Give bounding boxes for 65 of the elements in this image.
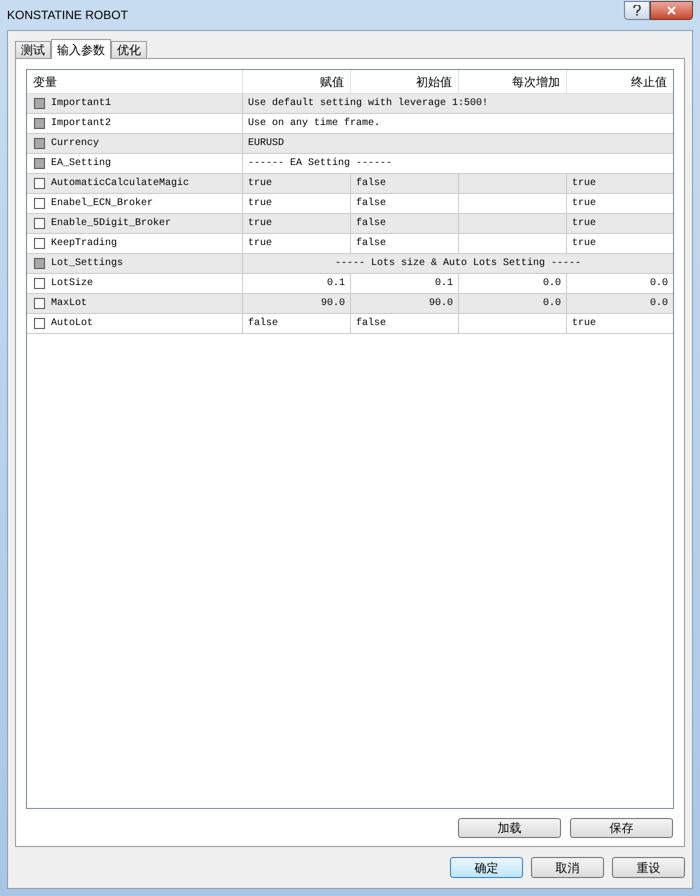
table-cell-text: 0.0	[650, 277, 668, 291]
panel-button[interactable]: 保存	[570, 818, 673, 838]
table-cell-text: 0.0	[542, 297, 561, 311]
table-cell-text: 0.0	[650, 297, 668, 311]
table-cell-text: false	[248, 316, 278, 331]
parameter-name: Enabel_ECN_Broker	[51, 196, 154, 211]
table-cell-text: 0.1	[434, 277, 453, 291]
checkbox[interactable]	[34, 218, 45, 229]
table-cell-text: false	[356, 196, 386, 211]
table-cell-text: Use on any time frame.	[248, 116, 380, 131]
table-cell-text: false	[356, 316, 386, 331]
parameter-name: KeepTrading	[51, 236, 118, 251]
parameter-name: Important1	[51, 97, 112, 111]
checkbox[interactable]	[34, 198, 45, 209]
parameter-name: MaxLot	[51, 297, 88, 311]
table-cell-text: true	[572, 317, 596, 331]
column-header: 变量	[33, 74, 57, 90]
column-header: 赋值	[320, 74, 344, 90]
table-cell-text: true	[572, 197, 596, 211]
parameter-name: LotSize	[51, 276, 94, 291]
table-cell-text: EURUSD	[248, 137, 284, 151]
close-button[interactable]	[650, 0, 693, 20]
checkbox[interactable]	[34, 318, 45, 329]
table-cell-text: true	[248, 237, 272, 251]
table-cell-text: ------ EA Setting ------	[248, 156, 392, 171]
table-cell-text: 0.0	[542, 277, 561, 291]
parameter-name: AutoLot	[51, 317, 94, 331]
table-cell-text: true	[248, 217, 272, 231]
help-button[interactable]	[624, 0, 650, 20]
dialog-button[interactable]: 确定	[450, 857, 523, 878]
parameter-name: Enable_5Digit_Broker	[51, 216, 172, 231]
table-cell-text: false	[356, 216, 386, 231]
table-cell-text: false	[356, 236, 386, 251]
parameter-name: Currency	[51, 137, 100, 151]
window-title: KONSTATINE ROBOT	[7, 7, 129, 24]
tab[interactable]: 输入参数	[51, 39, 111, 59]
table-cell-text: true	[572, 177, 596, 191]
panel-button[interactable]: 加载	[458, 818, 561, 838]
parameter-name: AutomaticCalculateMagic	[51, 176, 190, 191]
close-icon	[667, 6, 676, 14]
dialog-button[interactable]: 取消	[531, 857, 604, 878]
checkbox[interactable]	[34, 278, 45, 289]
table-cell-text: true	[572, 237, 596, 251]
table-cell-text: true	[572, 217, 596, 231]
tab[interactable]: 测试	[15, 41, 51, 58]
checkbox[interactable]	[34, 238, 45, 249]
parameter-name: Lot_Settings	[51, 256, 124, 271]
checkbox[interactable]	[34, 298, 45, 309]
parameter-name: Important2	[51, 117, 112, 131]
table-cell-text: Use default setting with leverage 1:500!	[248, 96, 488, 111]
checkbox[interactable]	[34, 178, 45, 189]
column-header: 初始值	[416, 74, 452, 90]
column-header: 每次增加	[512, 74, 560, 90]
table-cell-text: false	[356, 176, 386, 191]
dialog-button[interactable]: 重设	[612, 857, 685, 878]
table-cell-text: 90.0	[428, 297, 453, 311]
table-cell-text: 0.1	[326, 277, 345, 291]
column-header: 终止值	[631, 74, 667, 90]
table-cell-text: true	[248, 177, 272, 191]
table-cell-text: 90.0	[320, 297, 345, 311]
help-icon	[633, 4, 641, 16]
table-cell-text: ----- Lots size & Auto Lots Setting -----	[334, 256, 582, 271]
table-cell-text: true	[248, 197, 272, 211]
tab[interactable]: 优化	[111, 41, 147, 58]
parameter-name: EA_Setting	[51, 156, 112, 171]
